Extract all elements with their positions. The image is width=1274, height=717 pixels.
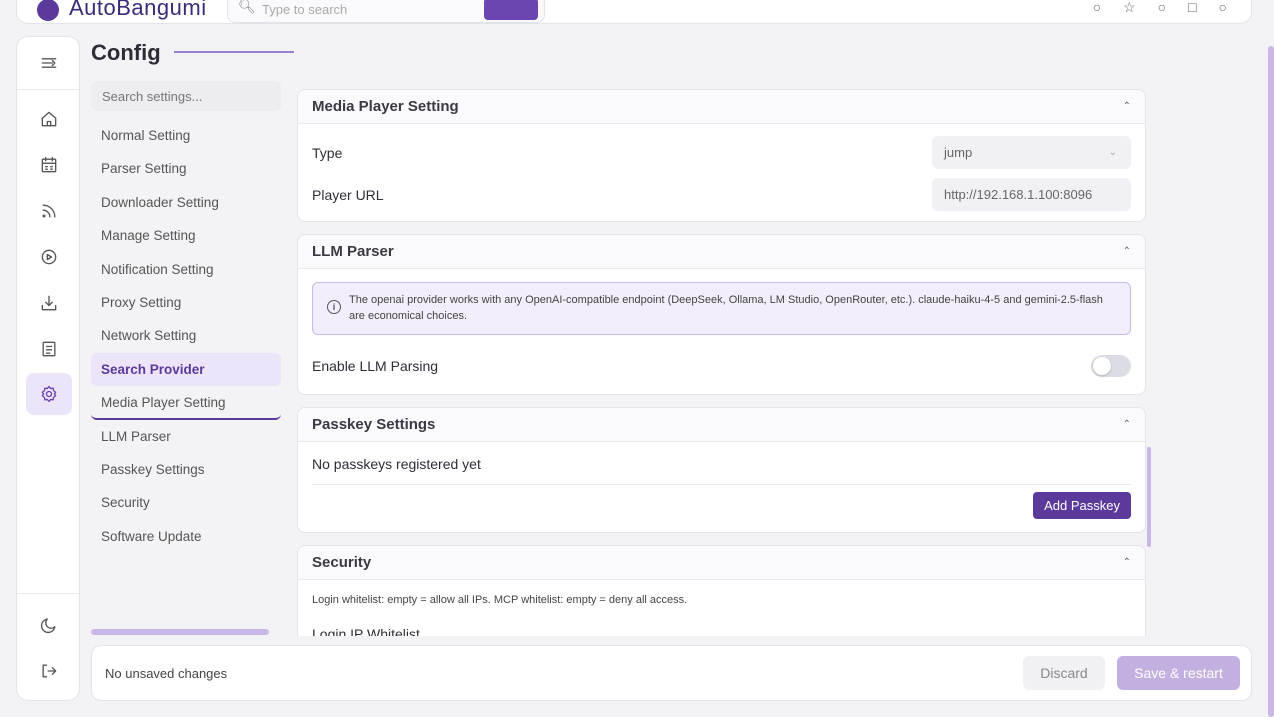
logout-icon[interactable]	[26, 650, 72, 692]
player-icon[interactable]	[26, 236, 72, 278]
global-search-button[interactable]	[484, 0, 538, 20]
llm-parser-card: LLM Parser ⌃ i The openai provider works…	[297, 234, 1146, 395]
avatar[interactable]: ○	[1219, 0, 1227, 16]
top-bar: AutoBangumi 🔍︎ Type to search ○ ☆ ○ □ ○	[16, 0, 1252, 24]
security-hint: Login whitelist: empty = allow all IPs. …	[312, 594, 688, 606]
nav-item-search-provider[interactable]: Search Provider	[91, 352, 281, 387]
app-name: AutoBangumi	[69, 0, 207, 20]
home-icon[interactable]	[26, 98, 72, 140]
media-player-url-placeholder: http://192.168.1.100:8096	[944, 187, 1093, 202]
security-card-title: Security	[312, 554, 372, 571]
media-player-card-header[interactable]: Media Player Setting ⌃	[298, 90, 1145, 124]
security-card-header[interactable]: Security ⌃	[298, 546, 1145, 580]
passkey-card: Passkey Settings ⌃ No passkeys registere…	[297, 407, 1146, 533]
nav-item-network-setting[interactable]: Network Setting	[91, 319, 281, 352]
log-icon[interactable]	[26, 328, 72, 370]
llm-enable-toggle[interactable]	[1091, 355, 1131, 377]
passkey-card-header[interactable]: Passkey Settings ⌃	[298, 408, 1145, 442]
save-restart-button[interactable]: Save & restart	[1117, 656, 1240, 690]
discard-button[interactable]: Discard	[1023, 656, 1105, 690]
media-player-type-label: Type	[312, 144, 343, 161]
unsaved-status: No unsaved changes	[105, 666, 228, 681]
llm-info-text: The openai provider works with any OpenA…	[349, 294, 1103, 322]
app-logo-icon	[37, 0, 59, 21]
chevron-up-icon[interactable]: ⌃	[1123, 101, 1131, 112]
bell-icon[interactable]: ○	[1093, 0, 1101, 16]
media-player-type-select[interactable]: jump ⌄	[932, 136, 1131, 169]
nav-item-downloader-setting[interactable]: Downloader Setting	[91, 186, 281, 219]
media-player-type-row: Type jump ⌄	[312, 136, 1131, 169]
nav-item-normal-setting[interactable]: Normal Setting	[91, 119, 281, 152]
media-player-url-input[interactable]: http://192.168.1.100:8096	[932, 178, 1131, 211]
rss-icon[interactable]	[26, 190, 72, 232]
nav-item-manage-setting[interactable]: Manage Setting	[91, 219, 281, 252]
media-player-card: Media Player Setting ⌃ Type jump ⌄ Playe…	[297, 89, 1146, 222]
nav-item-llm-parser[interactable]: LLM Parser	[91, 420, 281, 453]
page-scrollbar[interactable]	[1268, 46, 1274, 717]
nav-scrollbar[interactable]	[91, 629, 269, 635]
chevron-up-icon[interactable]: ⌃	[1123, 246, 1131, 257]
settings-search-input[interactable]	[91, 81, 281, 111]
nav-item-security[interactable]: Security	[91, 486, 281, 519]
media-player-type-value: jump	[944, 145, 973, 160]
title-underline	[174, 51, 294, 53]
passkey-empty-row: No passkeys registered yet	[312, 456, 1131, 472]
download-icon[interactable]	[26, 282, 72, 324]
passkey-divider	[312, 484, 1131, 485]
nav-item-passkey-settings[interactable]: Passkey Settings	[91, 453, 281, 486]
login-whitelist-row: Login IP Whitelist	[312, 626, 1131, 636]
chevron-down-icon: ⌄	[1108, 147, 1117, 158]
passkey-actions: Add Passkey	[312, 492, 1131, 519]
info-icon: i	[327, 300, 341, 314]
media-player-url-row: Player URL http://192.168.1.100:8096	[312, 178, 1131, 211]
bottom-action-bar: No unsaved changes Discard Save & restar…	[91, 645, 1252, 701]
global-search[interactable]: 🔍︎ Type to search	[227, 0, 545, 23]
passkey-empty-text: No passkeys registered yet	[312, 456, 481, 472]
security-card: Security ⌃ Login whitelist: empty = allo…	[297, 545, 1146, 636]
dark-mode-icon[interactable]	[26, 604, 72, 646]
calendar-icon[interactable]	[26, 144, 72, 186]
settings-cards: Media Player Setting ⌃ Type jump ⌄ Playe…	[297, 88, 1147, 636]
chevron-up-icon[interactable]: ⌃	[1123, 419, 1131, 430]
collapse-menu-icon[interactable]	[26, 42, 72, 84]
login-whitelist-label: Login IP Whitelist	[312, 626, 420, 636]
settings-nav: Normal Setting Parser Setting Downloader…	[91, 119, 281, 553]
settings-gear-icon[interactable]	[26, 373, 72, 415]
add-passkey-button[interactable]: Add Passkey	[1033, 492, 1131, 519]
llm-enable-label: Enable LLM Parsing	[312, 358, 439, 374]
llm-parser-card-title: LLM Parser	[312, 243, 394, 260]
nav-item-parser-setting[interactable]: Parser Setting	[91, 152, 281, 185]
info-circle-icon[interactable]: ○	[1158, 0, 1166, 16]
side-rail	[16, 36, 80, 701]
nav-item-software-update[interactable]: Software Update	[91, 520, 281, 553]
search-icon: 🔍︎	[238, 0, 256, 14]
star-icon[interactable]: ☆	[1123, 0, 1136, 16]
llm-parser-card-header[interactable]: LLM Parser ⌃	[298, 235, 1145, 269]
page-title: Config	[91, 40, 161, 65]
chevron-up-icon[interactable]: ⌃	[1123, 557, 1131, 568]
global-search-placeholder: Type to search	[262, 2, 348, 17]
content-scrollbar[interactable]	[1147, 447, 1151, 547]
media-player-card-title: Media Player Setting	[312, 98, 459, 115]
nav-item-notification-setting[interactable]: Notification Setting	[91, 253, 281, 286]
media-player-url-label: Player URL	[312, 186, 384, 203]
llm-enable-row: Enable LLM Parsing	[312, 355, 1131, 377]
nav-item-media-player-setting[interactable]: Media Player Setting	[91, 386, 281, 420]
config-main: Config Normal Setting Parser Setting Dow…	[80, 36, 1252, 646]
llm-info-box: i The openai provider works with any Ope…	[312, 282, 1131, 335]
passkey-card-title: Passkey Settings	[312, 416, 436, 433]
grid-icon[interactable]: □	[1188, 0, 1196, 16]
nav-item-proxy-setting[interactable]: Proxy Setting	[91, 286, 281, 319]
